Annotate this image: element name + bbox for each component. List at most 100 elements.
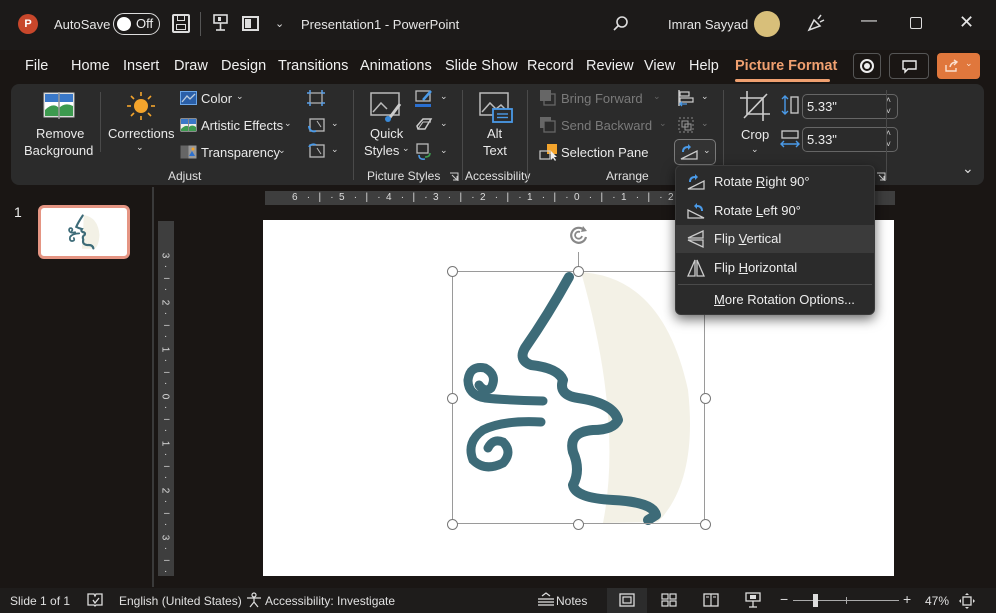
tab-transitions[interactable]: Transitions <box>278 58 348 74</box>
ruler-tick: · <box>424 192 428 203</box>
resize-handle-bottom-left[interactable] <box>447 519 458 530</box>
tab-review[interactable]: Review <box>586 58 634 74</box>
tab-animations[interactable]: Animations <box>360 58 432 74</box>
ruler-label: 1 <box>621 192 627 203</box>
ruler-label: 6 <box>292 192 298 203</box>
share-button[interactable]: ⌄ <box>937 53 980 79</box>
tab-view[interactable]: View <box>644 58 675 74</box>
compress-pictures-icon[interactable] <box>307 90 325 106</box>
send-backward-button[interactable]: Send Backward ⌄ <box>539 116 669 136</box>
resize-handle-left[interactable] <box>447 393 458 404</box>
zoom-slider-thumb[interactable] <box>812 594 818 607</box>
tab-design[interactable]: Design <box>221 58 266 74</box>
present-from-beginning-icon[interactable] <box>213 14 228 32</box>
artistic-effects-button[interactable]: Artistic Effects ⌄ <box>180 116 295 136</box>
active-tab-indicator <box>735 79 830 82</box>
maximize-button[interactable] <box>910 17 922 29</box>
zoom-out-button[interactable]: − <box>780 591 788 607</box>
group-objects-button[interactable]: ⌄ <box>677 116 711 136</box>
corrections-button[interactable]: Corrections ⌄ <box>106 88 176 160</box>
slide-counter: Slide 1 of 1 <box>10 594 71 608</box>
rotate-left-icon <box>687 203 705 219</box>
tab-picture-format[interactable]: Picture Format <box>735 58 837 74</box>
color-label: Color <box>201 91 233 106</box>
reading-view-icon[interactable] <box>703 593 719 607</box>
menu-item-flip-horizontal[interactable]: Flip Horizontal <box>676 254 874 282</box>
user-avatar[interactable] <box>754 11 780 37</box>
save-icon[interactable] <box>172 14 190 33</box>
ruler-tick: – <box>164 554 170 566</box>
rotation-handle-icon[interactable] <box>567 224 591 246</box>
remove-background-button[interactable]: Remove Background <box>20 90 96 162</box>
resize-handle-right[interactable] <box>700 393 711 404</box>
picture-effects-button[interactable]: ⌄ <box>415 116 449 136</box>
quick-styles-button[interactable]: Quick Styles ⌄ <box>360 90 412 162</box>
crop-label: Crop <box>741 127 770 142</box>
user-name[interactable]: Imran Sayyad <box>668 17 748 32</box>
resize-handle-top-left[interactable] <box>447 266 458 277</box>
slide-sorter-icon[interactable] <box>661 593 677 607</box>
selection-box <box>452 271 705 524</box>
width-input[interactable]: 5.33" ˄ ˅ <box>802 127 898 152</box>
accessibility-icon <box>247 592 261 608</box>
tab-slide-show[interactable]: Slide Show <box>445 58 518 74</box>
record-button[interactable] <box>853 53 881 79</box>
format-picture-dialog-launcher-icon[interactable] <box>449 172 459 182</box>
menu-item-rotate-left[interactable]: Rotate Left 90° <box>676 197 874 225</box>
language-indicator[interactable]: English (United States) <box>119 594 242 608</box>
selection-pane-button[interactable]: Selection Pane <box>539 143 664 163</box>
normal-view-button[interactable] <box>607 588 647 613</box>
customize-qat-icon[interactable]: ⌄ <box>275 17 284 30</box>
ruler-label: 3 <box>159 252 171 259</box>
change-picture-button[interactable]: ⌄ <box>307 117 341 135</box>
ruler-label: 2 <box>159 299 171 306</box>
minimize-button[interactable]: — <box>861 12 877 30</box>
fit-slide-to-window-icon[interactable] <box>958 592 976 610</box>
slide-view-icon[interactable] <box>242 16 259 31</box>
tab-file[interactable]: File <box>25 58 48 74</box>
ruler-tick: | <box>506 192 510 203</box>
align-button[interactable]: ⌄ <box>677 89 711 109</box>
tab-home[interactable]: Home <box>71 58 110 74</box>
zoom-in-button[interactable]: + <box>903 591 911 607</box>
bring-forward-button[interactable]: Bring Forward ⌄ <box>539 89 664 109</box>
menu-item-flip-vertical[interactable]: Flip Vertical <box>676 225 874 253</box>
resize-handle-bottom-right[interactable] <box>700 519 711 530</box>
alt-text-button[interactable]: Alt Text <box>475 90 515 162</box>
slide-show-icon[interactable] <box>745 592 761 608</box>
tab-record[interactable]: Record <box>527 58 574 74</box>
search-icon[interactable] <box>612 15 630 33</box>
ruler-tick: · <box>306 192 311 203</box>
resize-handle-top[interactable] <box>573 266 584 277</box>
color-button[interactable]: Color ⌄ <box>180 89 250 109</box>
pane-splitter[interactable] <box>152 187 154 587</box>
resize-handle-bottom[interactable] <box>573 519 584 530</box>
tab-draw[interactable]: Draw <box>174 58 208 74</box>
slide-thumbnail[interactable] <box>38 205 130 259</box>
notes-button[interactable]: Notes <box>556 594 587 608</box>
picture-border-button[interactable]: ⌄ <box>415 89 449 109</box>
tab-help[interactable]: Help <box>689 58 719 74</box>
height-value: 5.33" <box>807 99 837 114</box>
menu-item-more-rotation-options[interactable]: More Rotation Options... <box>676 286 874 314</box>
autosave-toggle[interactable]: Off <box>113 13 160 35</box>
reset-picture-button[interactable]: ⌄ <box>307 143 341 161</box>
spelling-check-icon[interactable] <box>87 593 103 607</box>
tab-insert[interactable]: Insert <box>123 58 159 74</box>
autosave-state: Off <box>136 16 154 31</box>
accessibility-status[interactable]: Accessibility: Investigate <box>265 594 395 608</box>
send-backward-icon <box>540 117 556 133</box>
ruler-tick: – <box>164 272 170 284</box>
rotate-button[interactable]: ⌄ <box>674 139 716 165</box>
zoom-percentage[interactable]: 47% <box>925 594 949 608</box>
close-button[interactable]: ✕ <box>959 12 974 33</box>
comments-button[interactable] <box>889 53 929 79</box>
picture-layout-button[interactable]: ⌄ <box>415 143 449 163</box>
crop-button[interactable]: Crop ⌄ <box>735 89 775 161</box>
menu-item-rotate-right[interactable]: Rotate Right 90° <box>676 168 874 196</box>
size-dialog-launcher-icon[interactable] <box>876 172 886 182</box>
coauthor-celebrate-icon[interactable] <box>806 13 826 33</box>
transparency-button[interactable]: Transparency ⌄ <box>180 143 290 163</box>
height-input[interactable]: 5.33" ˄ ˅ <box>802 94 898 119</box>
collapse-ribbon-chevron-icon[interactable]: ⌄ <box>962 160 974 177</box>
